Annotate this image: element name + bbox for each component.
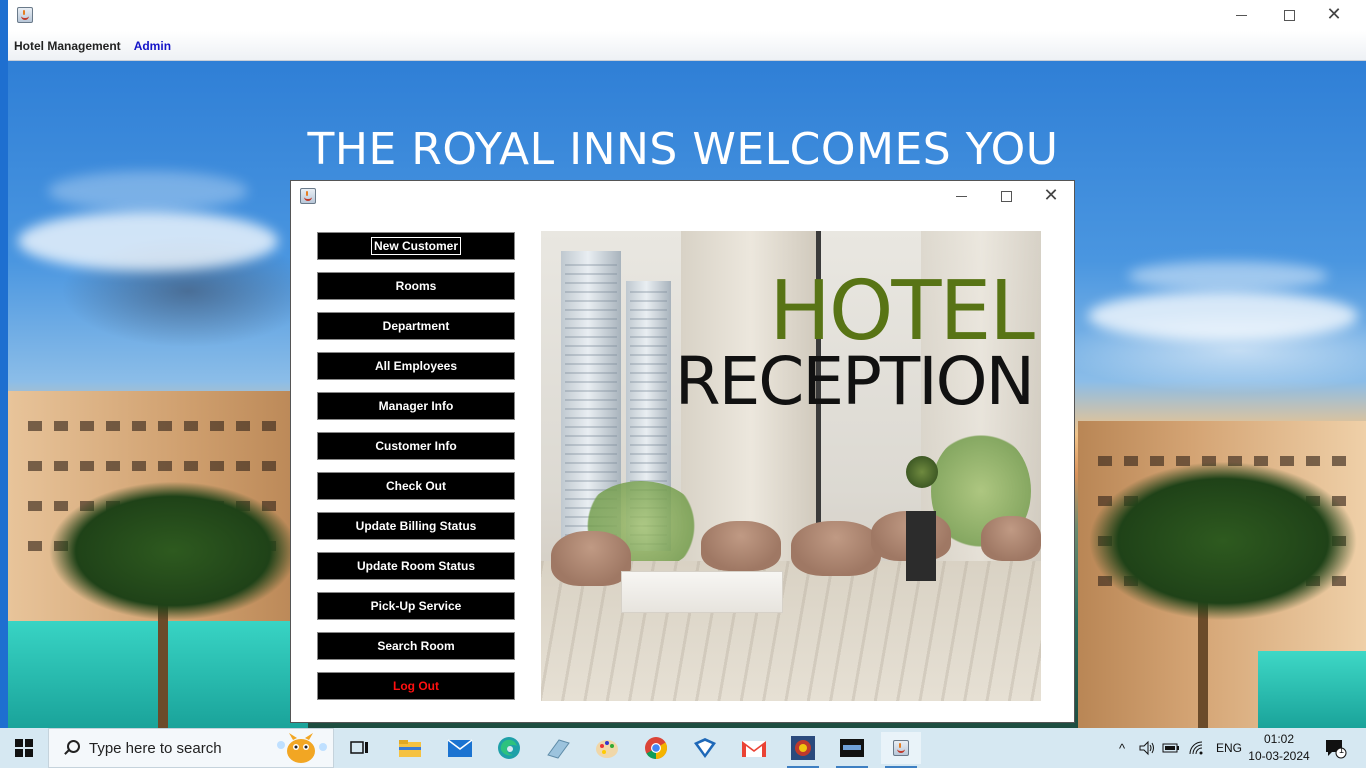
maximize-icon [1283,9,1295,21]
taskbar: Type here to search ^ ENG 01:02 10-03-20… [0,728,1366,768]
button-label: Log Out [393,679,439,693]
notification-center-button[interactable]: 1 [1318,732,1354,764]
palm-tree-left [48,481,298,621]
main-window-titlebar[interactable]: ✕ [8,0,1366,31]
search-icon [63,740,80,756]
wifi-icon[interactable] [1188,740,1206,756]
dialog-close-button[interactable]: ✕ [1031,185,1071,207]
menu-admin[interactable]: Admin [128,39,177,53]
mail-icon [447,739,473,757]
app-icon [694,738,716,758]
speaker-icon[interactable] [1138,740,1156,756]
system-tray: ^ ENG [1112,728,1242,768]
rooms-button[interactable]: Rooms [317,272,515,300]
button-label: New Customer [370,237,462,255]
notification-icon [1326,740,1347,759]
close-icon: ✕ [1326,4,1342,25]
button-label: Update Room Status [356,559,475,573]
file-explorer-button[interactable] [390,732,430,764]
button-label: Pick-Up Service [370,599,462,613]
new-customer-button[interactable]: New Customer [317,232,515,260]
chrome-button[interactable] [636,732,676,764]
clock-date: 10-03-2024 [1248,749,1310,763]
clock-time: 01:02 [1263,732,1295,746]
button-label: Update Billing Status [355,519,477,533]
folder-icon [399,740,421,757]
task-view-button[interactable] [340,732,380,764]
search-room-button[interactable]: Search Room [317,632,515,660]
welcome-heading: THE ROYAL INNS WELCOMES YOU [307,124,1059,175]
department-button[interactable]: Department [317,312,515,340]
close-icon: ✕ [1043,185,1059,206]
button-label: Manager Info [378,399,454,413]
java-icon [300,188,316,204]
app-button-2[interactable] [685,732,725,764]
paint-button[interactable] [587,732,627,764]
search-highlight-icon [277,733,327,763]
app-button[interactable] [538,732,578,764]
mysql-shell-icon [840,739,864,757]
button-label: Rooms [395,279,437,293]
dialog-minimize-button[interactable] [941,185,981,207]
java-app-button[interactable] [881,732,921,768]
close-button[interactable]: ✕ [1314,4,1354,26]
search-placeholder: Type here to search [89,739,222,757]
java-icon [17,7,33,23]
button-label: Customer Info [375,439,457,453]
button-label: Check Out [385,479,446,493]
edge-icon [498,737,520,759]
notification-badge: 1 [1339,745,1345,755]
mail-button[interactable] [440,732,480,764]
customer-info-button[interactable]: Customer Info [317,432,515,460]
menu-hotel-management[interactable]: Hotel Management [8,39,127,53]
start-button[interactable] [0,728,48,768]
paint-palette-icon [596,740,618,758]
app-icon [547,739,570,759]
gmail-icon [742,741,766,757]
mysql-shell-button[interactable] [832,732,872,768]
language-indicator[interactable]: ENG [1216,741,1242,755]
pool-right [1258,651,1366,728]
button-label: Department [382,319,450,333]
chevron-up-icon[interactable]: ^ [1112,741,1132,756]
mysql-workbench-icon [791,736,815,760]
java-icon [893,740,909,756]
taskbar-search-box[interactable]: Type here to search [48,728,334,768]
minimize-button[interactable] [1221,4,1261,26]
menu-bar: Hotel Management Admin [8,31,1366,61]
button-label: All Employees [374,359,458,373]
maximize-icon [1000,190,1012,202]
pick-up-service-button[interactable]: Pick-Up Service [317,592,515,620]
manager-info-button[interactable]: Manager Info [317,392,515,420]
log-out-button[interactable]: Log Out [317,672,515,700]
check-out-button[interactable]: Check Out [317,472,515,500]
reception-logo-text: RECEPTION [674,343,1035,420]
task-view-icon [350,741,368,754]
gmail-button[interactable] [734,732,774,764]
clock[interactable]: 01:02 10-03-2024 [1248,731,1310,765]
battery-icon[interactable] [1162,741,1180,755]
dialog-maximize-button[interactable] [986,185,1026,207]
mysql-workbench-button[interactable] [783,732,823,768]
windows-icon [15,739,33,757]
dialog-titlebar[interactable]: ✕ [291,181,1074,211]
update-room-status-button[interactable]: Update Room Status [317,552,515,580]
hotel-reception-image: HOTEL RECEPTION [541,231,1041,701]
palm-tree-right [1088,461,1358,621]
chrome-icon [645,737,667,759]
hotel-logo-text: HOTEL [769,264,1035,359]
button-label: Search Room [377,639,455,653]
all-employees-button[interactable]: All Employees [317,352,515,380]
dashboard-dialog: ✕ New Customer Rooms Department All Empl… [290,180,1075,723]
edge-button[interactable] [489,732,529,764]
minimize-icon [955,195,967,197]
maximize-button[interactable] [1269,4,1309,26]
minimize-icon [1235,14,1247,16]
update-billing-status-button[interactable]: Update Billing Status [317,512,515,540]
